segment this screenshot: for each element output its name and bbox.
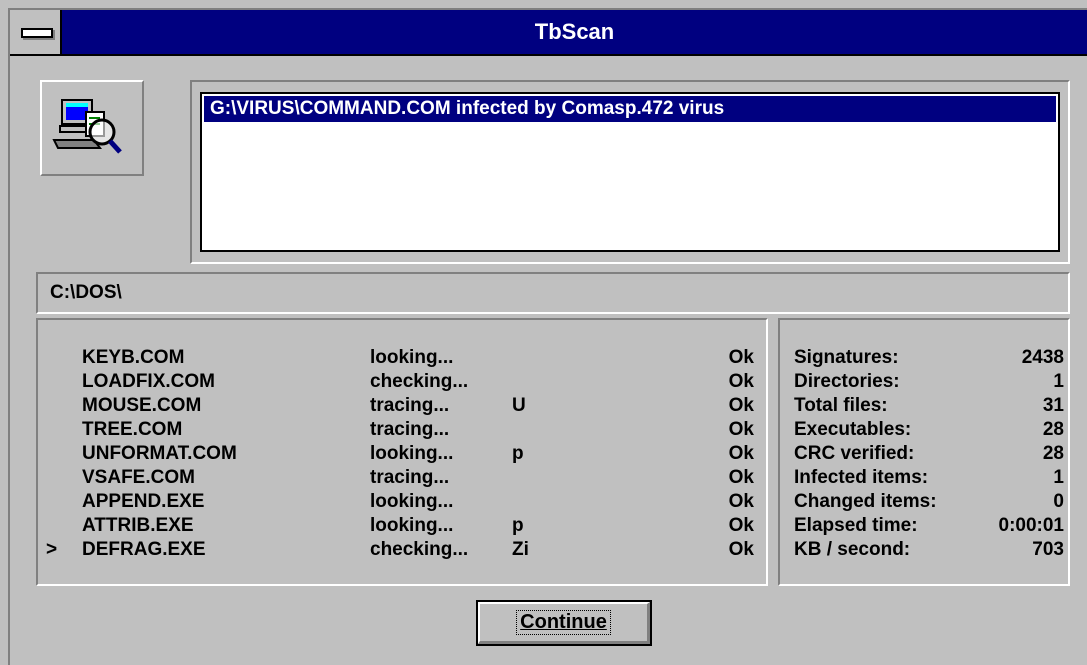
file-flag: p	[512, 515, 524, 536]
stat-row: Infected items: 1	[780, 466, 1068, 490]
file-status: looking...	[370, 443, 454, 464]
file-status: checking...	[370, 539, 469, 560]
file-row: MOUSE.COM tracing... U Ok	[38, 394, 766, 418]
file-name: APPEND.EXE	[82, 491, 205, 512]
file-row: LOADFIX.COM checking... Ok	[38, 370, 766, 394]
system-menu-icon[interactable]	[10, 10, 62, 54]
stat-value: 28	[1042, 419, 1064, 440]
continue-button[interactable]: Continue	[476, 600, 652, 646]
stat-row: Signatures: 2438	[780, 346, 1068, 370]
file-name: KEYB.COM	[82, 347, 185, 368]
file-result: Ok	[728, 347, 754, 368]
current-path: C:\DOS\	[50, 282, 122, 303]
computer-scan-icon	[52, 99, 122, 154]
results-list[interactable]: G:\VIRUS\COMMAND.COM infected by Comasp.…	[200, 92, 1060, 252]
file-scan-list: KEYB.COM looking... Ok LOADFIX.COM check…	[36, 318, 768, 586]
stat-row: Elapsed time: 0:00:01	[780, 514, 1068, 538]
file-row: APPEND.EXE looking... Ok	[38, 490, 766, 514]
results-frame: G:\VIRUS\COMMAND.COM infected by Comasp.…	[190, 80, 1070, 264]
file-flag: p	[512, 443, 524, 464]
stat-label: Changed items:	[794, 491, 937, 512]
stat-label: KB / second:	[794, 539, 911, 560]
stat-row: Total files: 31	[780, 394, 1068, 418]
file-row: ATTRIB.EXE looking... p Ok	[38, 514, 766, 538]
file-result: Ok	[728, 539, 754, 560]
window-title: TbScan	[534, 19, 615, 44]
stat-value: 1	[1053, 467, 1064, 488]
file-result: Ok	[728, 395, 754, 416]
stat-label: Signatures:	[794, 347, 899, 368]
stat-label: Total files:	[794, 395, 888, 416]
file-name: DEFRAG.EXE	[82, 539, 206, 560]
scan-statistics: Signatures: 2438 Directories: 1 Total fi…	[778, 318, 1070, 586]
file-status: checking...	[370, 371, 469, 392]
file-name: VSAFE.COM	[82, 467, 195, 488]
stat-value: 1	[1053, 371, 1064, 392]
stat-row: KB / second: 703	[780, 538, 1068, 562]
file-result: Ok	[728, 491, 754, 512]
stat-label: CRC verified:	[794, 443, 915, 464]
file-status: looking...	[370, 515, 454, 536]
result-item[interactable]: G:\VIRUS\COMMAND.COM infected by Comasp.…	[204, 96, 1056, 122]
file-status: looking...	[370, 347, 454, 368]
file-status: tracing...	[370, 419, 450, 440]
file-result: Ok	[728, 419, 754, 440]
title-bar: TbScan	[10, 10, 1087, 56]
file-status: looking...	[370, 491, 454, 512]
file-name: TREE.COM	[82, 419, 183, 440]
stat-value: 0	[1053, 491, 1064, 512]
current-marker: >	[46, 539, 58, 560]
file-row: UNFORMAT.COM looking... p Ok	[38, 442, 766, 466]
file-result: Ok	[728, 371, 754, 392]
current-path-box: C:\DOS\	[36, 272, 1070, 314]
file-name: UNFORMAT.COM	[82, 443, 237, 464]
file-status: tracing...	[370, 395, 450, 416]
file-flag: U	[512, 395, 526, 416]
file-result: Ok	[728, 467, 754, 488]
app-icon-well	[40, 80, 144, 176]
stat-row: CRC verified: 28	[780, 442, 1068, 466]
file-status: tracing...	[370, 467, 450, 488]
stat-row: Executables: 28	[780, 418, 1068, 442]
stat-row: Changed items: 0	[780, 490, 1068, 514]
file-result: Ok	[728, 443, 754, 464]
continue-button-label: Continue	[516, 610, 611, 635]
file-name: MOUSE.COM	[82, 395, 202, 416]
stat-row: Directories: 1	[780, 370, 1068, 394]
tbscan-window: TbScan G:\VIRUS\COMMAND.COM infected by …	[8, 8, 1087, 665]
file-row: TREE.COM tracing... Ok	[38, 418, 766, 442]
file-result: Ok	[728, 515, 754, 536]
stat-value: 0:00:01	[998, 515, 1065, 536]
file-name: ATTRIB.EXE	[82, 515, 194, 536]
stat-label: Directories:	[794, 371, 900, 392]
file-flag: Zi	[512, 539, 529, 560]
stat-value: 703	[1032, 539, 1064, 560]
file-row: KEYB.COM looking... Ok	[38, 346, 766, 370]
file-row-current: > DEFRAG.EXE checking... Zi Ok	[38, 538, 766, 562]
stat-label: Infected items:	[794, 467, 929, 488]
stat-label: Elapsed time:	[794, 515, 918, 536]
stat-label: Executables:	[794, 419, 912, 440]
file-row: VSAFE.COM tracing... Ok	[38, 466, 766, 490]
stat-value: 2438	[1021, 347, 1064, 368]
file-name: LOADFIX.COM	[82, 371, 215, 392]
stat-value: 28	[1042, 443, 1064, 464]
stat-value: 31	[1042, 395, 1064, 416]
